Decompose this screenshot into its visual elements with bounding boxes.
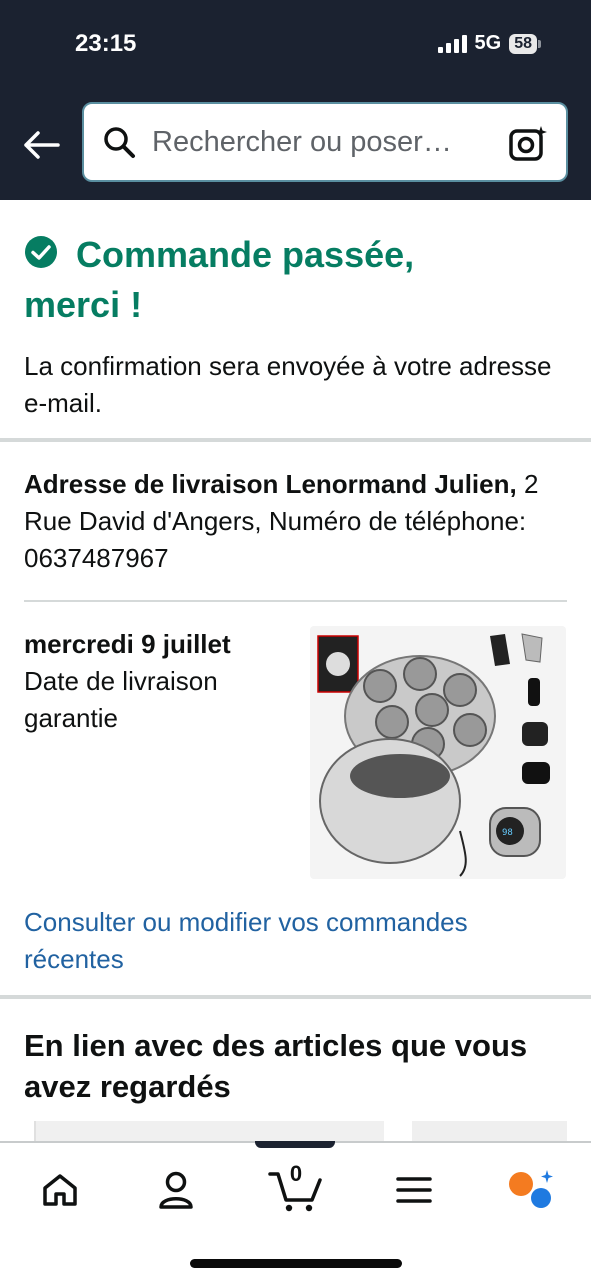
product-image[interactable]: 98 [310, 626, 566, 879]
confirmation-heading-line2: merci ! [24, 284, 143, 325]
signal-icon [437, 34, 467, 53]
confirmation-message: La confirmation sera envoyée à votre adr… [24, 351, 552, 418]
related-items-section: En lien avec des articles que vous avez … [0, 999, 591, 1161]
delivery-info: mercredi 9 juillet Date de livraison gar… [0, 602, 591, 880]
nav-home[interactable] [30, 1165, 90, 1215]
bottom-navigation: 0 [0, 1141, 591, 1280]
status-indicators: 5G 58 [437, 32, 541, 55]
shipping-address-label: Adresse de livraison Lenormand Julien, [24, 469, 517, 499]
shipping-address: Adresse de livraison Lenormand Julien, 2… [0, 442, 591, 600]
confirmation-heading-line1: Commande passée, [76, 234, 415, 275]
related-items-title: En lien avec des articles que vous avez … [24, 1028, 528, 1104]
confirmation-title: Commande passée, merci ! [24, 230, 567, 330]
delivery-note: Date de livraison garantie [24, 666, 218, 733]
rufus-ai-icon [509, 1170, 553, 1208]
svg-text:98: 98 [502, 828, 513, 838]
status-time: 23:15 [75, 30, 137, 57]
confirmation-heading: Commande passée, merci ! [24, 230, 415, 330]
nav-account[interactable] [146, 1165, 206, 1215]
check-circle-icon [25, 236, 57, 268]
battery-level: 58 [509, 33, 537, 54]
main-content: Commande passée, merci ! La confirmation… [0, 200, 591, 1161]
nav-menu[interactable] [384, 1165, 444, 1215]
camera-search-icon[interactable] [508, 124, 548, 164]
back-arrow-icon [24, 131, 60, 159]
search-bar[interactable] [82, 102, 568, 182]
search-icon [102, 125, 136, 159]
nav-rufus[interactable] [500, 1165, 560, 1215]
home-indicator [190, 1259, 402, 1268]
cart-count: 0 [289, 1161, 303, 1186]
header: 23:15 5G 58 [0, 0, 591, 200]
back-button[interactable] [20, 124, 62, 166]
search-input[interactable] [152, 125, 482, 159]
home-icon [43, 1174, 77, 1206]
account-icon [159, 1171, 193, 1209]
order-confirmation: Commande passée, merci ! La confirmation… [0, 200, 591, 438]
menu-icon [396, 1177, 432, 1203]
battery-icon: 58 [509, 33, 541, 54]
network-type: 5G [474, 32, 502, 54]
active-tab-indicator [255, 1141, 335, 1148]
nav-cart[interactable]: 0 [266, 1161, 326, 1215]
orders-link[interactable]: Consulter ou modifier vos commandes réce… [0, 880, 591, 995]
